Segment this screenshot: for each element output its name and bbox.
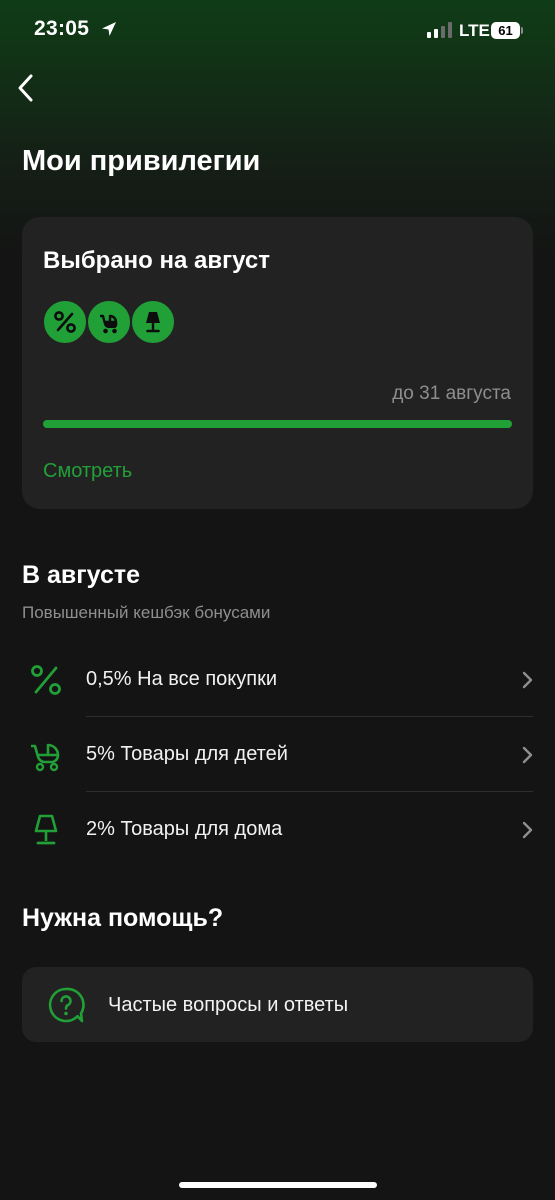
privilege-label: 2% Товары для дома xyxy=(86,818,283,840)
privilege-label: 5% Товары для детей xyxy=(86,743,288,765)
help-section-title: Нужна помощь? xyxy=(22,904,224,932)
stroller-icon xyxy=(100,314,118,334)
question-bubble-icon xyxy=(48,987,85,1023)
stroller-icon xyxy=(31,743,60,772)
badge-percent xyxy=(42,299,88,345)
privilege-badges xyxy=(42,299,242,345)
deadline-label: до 31 августа xyxy=(392,383,511,404)
card-title: Выбрано на август xyxy=(43,247,270,274)
privileges-screen: 23:05 LTE 61 Мои привилегии Выбрано на а… xyxy=(0,0,555,1200)
battery-tip xyxy=(521,27,523,34)
badge-lamp xyxy=(130,299,176,345)
august-section-subtitle: Повышенный кешбэк бонусами xyxy=(22,603,271,622)
network-type: LTE xyxy=(459,21,490,40)
selected-privileges-card[interactable]: Выбрано на август до 31 августа Смотреть xyxy=(22,217,533,509)
view-link[interactable]: Смотреть xyxy=(43,460,132,483)
progress-fill xyxy=(43,420,512,428)
privilege-label: 0,5% На все покупки xyxy=(86,668,278,690)
august-section-title: В августе xyxy=(22,561,141,589)
back-button[interactable] xyxy=(12,70,42,106)
privilege-list: 0,5% На все покупки 5% Товары для детей xyxy=(0,642,555,867)
lamp-icon xyxy=(146,312,160,333)
page-title: Мои привилегии xyxy=(22,145,261,177)
percent-icon xyxy=(54,311,76,333)
status-bar: 23:05 LTE 61 xyxy=(0,0,555,60)
signal-icon xyxy=(427,22,452,38)
privilege-item-home-goods[interactable]: 2% Товары для дома xyxy=(0,792,555,867)
lamp-icon xyxy=(34,814,58,845)
home-indicator[interactable] xyxy=(179,1182,377,1188)
location-arrow-icon xyxy=(102,22,116,36)
privilege-item-all-purchases[interactable]: 0,5% На все покупки xyxy=(0,642,555,717)
badge-stroller xyxy=(86,299,132,345)
chevron-left-icon xyxy=(18,74,33,102)
chevron-right-icon xyxy=(522,746,533,764)
period-progress-bar xyxy=(43,420,512,428)
faq-button[interactable]: Частые вопросы и ответы xyxy=(22,967,533,1042)
status-time: 23:05 xyxy=(34,17,90,40)
battery-indicator: 61 xyxy=(491,22,523,39)
chevron-right-icon xyxy=(522,671,533,689)
chevron-right-icon xyxy=(522,821,533,839)
privilege-item-kids-goods[interactable]: 5% Товары для детей xyxy=(0,717,555,792)
battery-level: 61 xyxy=(491,22,520,39)
percent-icon xyxy=(31,665,61,695)
faq-label: Частые вопросы и ответы xyxy=(108,994,349,1016)
